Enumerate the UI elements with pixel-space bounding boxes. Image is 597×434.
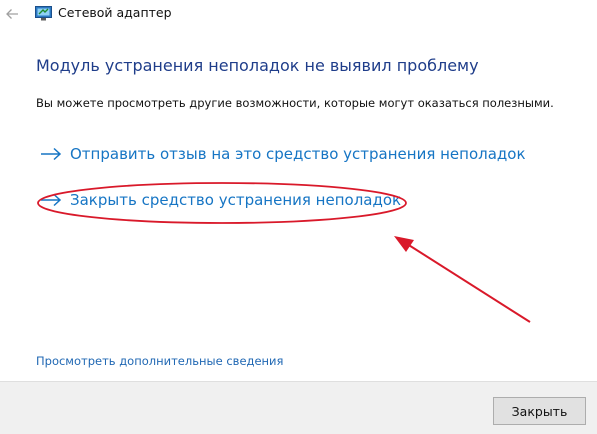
title-bar: Сетевой адаптер xyxy=(0,0,597,30)
annotation-arrow-icon xyxy=(394,236,531,323)
troubleshooter-window: Сетевой адаптер Модуль устранения непола… xyxy=(0,0,597,434)
page-heading: Модуль устранения неполадок не выявил пр… xyxy=(36,56,479,75)
close-troubleshooter-link[interactable]: Закрыть средство устранения неполадок xyxy=(40,187,401,213)
arrow-right-icon xyxy=(41,147,62,161)
send-feedback-link[interactable]: Отправить отзыв на это средство устранен… xyxy=(40,141,526,167)
back-arrow-icon[interactable] xyxy=(2,4,22,24)
send-feedback-label: Отправить отзыв на это средство устранен… xyxy=(70,145,526,163)
page-subtext: Вы можете просмотреть другие возможности… xyxy=(36,96,554,110)
close-button[interactable]: Закрыть xyxy=(493,397,586,425)
view-details-link[interactable]: Просмотреть дополнительные сведения xyxy=(36,354,283,368)
troubleshooter-icon xyxy=(35,6,52,21)
arrow-right-icon xyxy=(41,193,62,207)
window-title: Сетевой адаптер xyxy=(58,5,172,20)
close-troubleshooter-label: Закрыть средство устранения неполадок xyxy=(70,191,402,209)
